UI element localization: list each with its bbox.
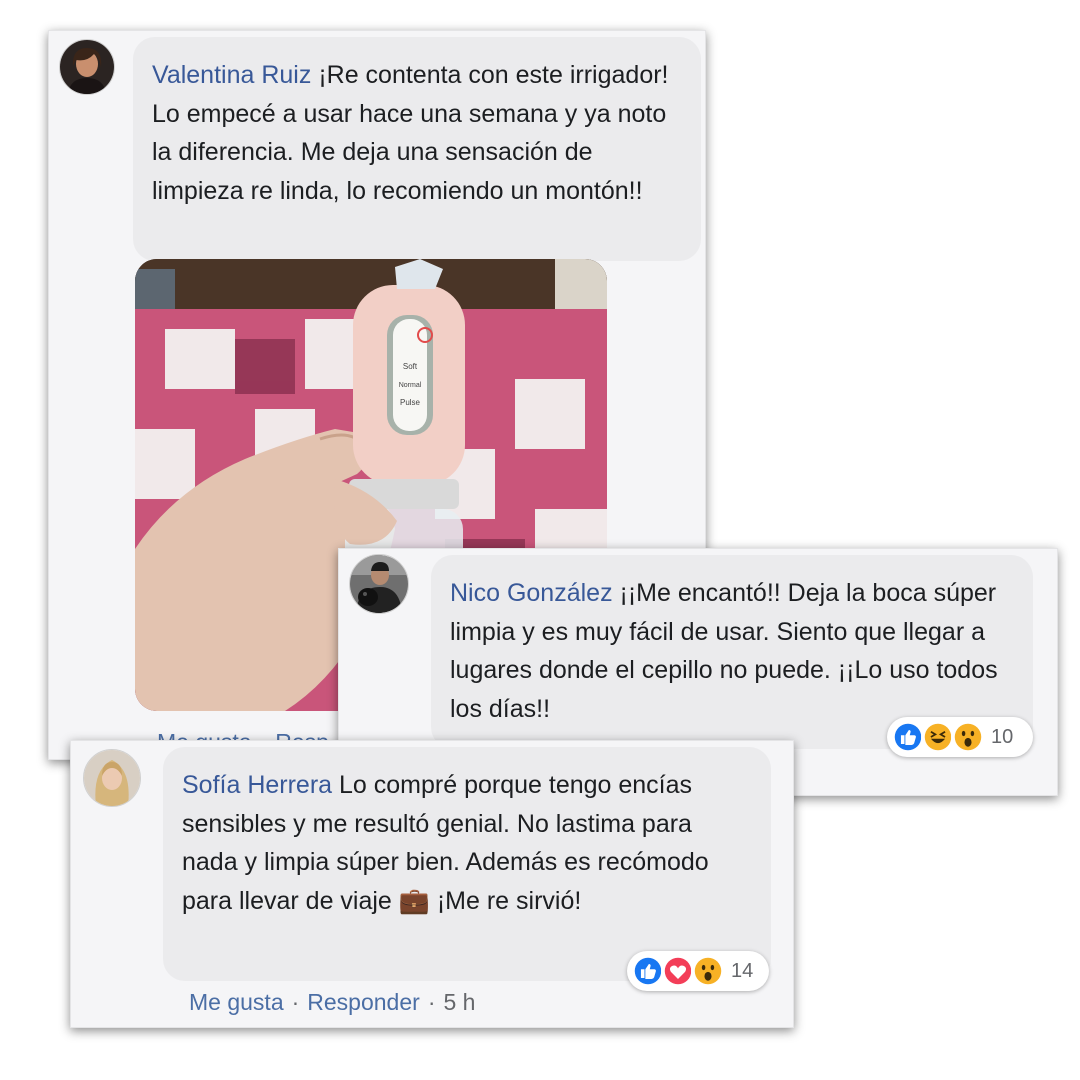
- wow-icon: [951, 720, 985, 754]
- comment-card-sofia: Sofía Herrera Lo compré porque tengo enc…: [70, 740, 794, 1028]
- comment-author[interactable]: Sofía Herrera: [182, 771, 332, 799]
- mode-normal-label: Normal: [399, 382, 422, 389]
- like-icon: [891, 720, 925, 754]
- comment-bubble: Sofía Herrera Lo compré porque tengo enc…: [163, 747, 771, 981]
- laugh-icon: [921, 720, 955, 754]
- love-icon: [661, 954, 695, 988]
- comment-author[interactable]: Nico González: [450, 579, 613, 607]
- avatar[interactable]: [59, 39, 115, 95]
- comment-author[interactable]: Valentina Ruiz: [152, 61, 311, 89]
- mode-pulse-label: Pulse: [400, 398, 421, 407]
- timestamp[interactable]: 5 h: [443, 989, 475, 1015]
- mode-soft-label: Soft: [403, 362, 418, 371]
- comment-actions: Me gusta · Responder · 5 h: [189, 989, 475, 1016]
- wow-icon: [691, 954, 725, 988]
- comment-bubble: Valentina Ruiz ¡Re contenta con este irr…: [133, 37, 701, 261]
- reaction-summary[interactable]: 14: [627, 951, 769, 991]
- reaction-summary[interactable]: 10: [887, 717, 1033, 757]
- avatar[interactable]: [83, 749, 141, 807]
- reaction-count: 14: [731, 959, 754, 982]
- separator: ·: [427, 989, 436, 1015]
- reaction-count: 10: [991, 725, 1014, 748]
- like-link[interactable]: Me gusta: [189, 989, 284, 1015]
- reply-link[interactable]: Responder: [307, 989, 420, 1015]
- avatar[interactable]: [349, 554, 409, 614]
- like-icon: [631, 954, 665, 988]
- separator: ·: [291, 989, 300, 1015]
